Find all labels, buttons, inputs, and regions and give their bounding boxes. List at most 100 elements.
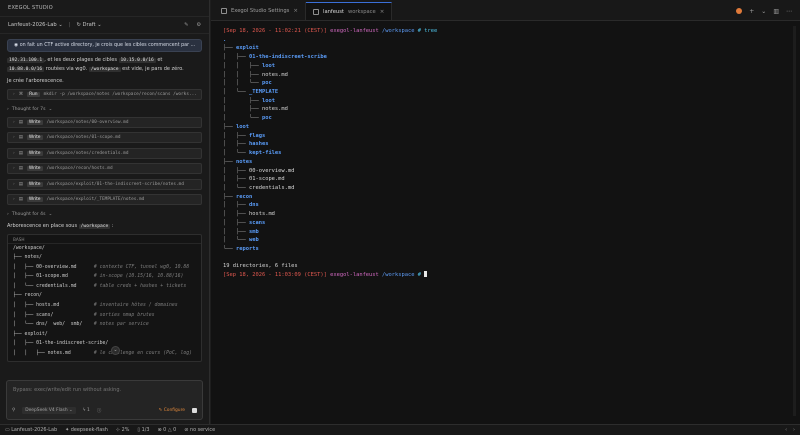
tree-branch: │ ├── (223, 97, 262, 104)
tool-path: /workspace/exploit/01-the-indiscreet-scr… (46, 181, 184, 187)
draft-status[interactable]: ↻ Draft ⌄ (76, 22, 101, 28)
text: , et les deux plages de cibles (44, 57, 119, 63)
tool-path: mkdir -p /workspace/notes /workspace/rec… (43, 92, 197, 97)
text: : (110, 222, 114, 229)
tree-line: └── reports (223, 245, 786, 254)
status-pages[interactable]: ▯ 1/3 (137, 427, 149, 433)
inline-code: 10.15.0.0/16 (118, 58, 156, 63)
configure-button[interactable]: ✎ Configure (159, 408, 185, 413)
tree-entry: loot (261, 97, 275, 104)
chevron-down-icon: ⌄ (48, 107, 53, 112)
lightning-icon: ϟ (82, 408, 86, 413)
tree-line: │ ├── hosts.md (223, 210, 786, 219)
bash-comment: # le challenge en cours (PoC, log) (93, 351, 193, 357)
composer-input[interactable] (13, 387, 193, 393)
tool-verb: Write (26, 135, 43, 140)
close-icon[interactable]: × (380, 9, 385, 15)
close-icon[interactable]: × (293, 8, 298, 14)
tree-branch: ├── (223, 123, 236, 130)
tree-branch: │ │ └── (223, 80, 262, 87)
tree-line: │ └── credentials.md (223, 184, 786, 193)
chevron-down-icon: ⌄ (58, 22, 63, 28)
chevron-down-icon[interactable]: ⌄ (761, 8, 766, 15)
chevron-right-icon: › (13, 92, 15, 97)
status-warnings: 0 (173, 427, 177, 433)
tree-entry: reports (235, 245, 259, 252)
tree-branch: └── (223, 245, 236, 252)
status-service[interactable]: ⊘ no service (184, 427, 215, 433)
exegol-status-icon[interactable] (736, 8, 743, 14)
session-bar: Lanfeust-2026-Lab ⌄ | ↻ Draft ⌄ ✎ ⚙ (0, 17, 209, 34)
tree-entry: notes.md (261, 106, 288, 113)
bash-line: │ ├── hosts.md # inventaire hôtes / doma… (8, 301, 201, 311)
bash-line: │ ├── 01-the-indiscreet-scribe/ (8, 339, 201, 349)
composer: ⚲ DeepSeek V4 Flash ⌄ ϟ 1 ⓘ ✎ Configure (6, 380, 203, 420)
run-tool-call[interactable]: › ⌘ Run mkdir -p /workspace/notes /works… (7, 89, 202, 100)
tab-terminal[interactable]: lanfeust workspace × (306, 2, 393, 20)
assistant-paragraph: Arborescence en place sous /workspace : (7, 222, 202, 231)
thought-label: Thought for 4s (11, 212, 46, 217)
more-icon[interactable]: ⋯ (786, 8, 792, 15)
error-icon: ⊗ (157, 427, 162, 433)
prompt-path: /workspace (382, 28, 415, 34)
bash-line: /workspace/ (8, 244, 201, 254)
service-icon: ⊘ (184, 427, 189, 433)
tree-entry: notes.md (261, 71, 288, 78)
chevron-right-icon: › (13, 181, 15, 187)
tool-path: /workspace/recon/hosts.md (46, 166, 113, 171)
bash-text: ├── recon/ (13, 293, 42, 299)
bash-text: /workspace/ (13, 245, 45, 251)
write-tool-call[interactable]: › ▤ Write/workspace/recon/hosts.md (7, 163, 202, 174)
new-tab-icon[interactable]: + (749, 8, 754, 15)
status-problems[interactable]: ⊗ 0 △ 0 (157, 427, 176, 433)
terminal-scrollbar[interactable] (793, 26, 796, 416)
stop-icon[interactable] (192, 408, 197, 413)
status-chevron-right-icon[interactable]: › (793, 427, 795, 433)
tree-entry: smb (248, 228, 259, 235)
terminal-output[interactable]: [Sep 18, 2026 - 11:02:21 (CEST)] exegol-… (223, 27, 786, 420)
thought-toggle[interactable]: › Thought for 7s ⌄ (7, 105, 202, 115)
tree-branch: │ ├── (223, 228, 249, 235)
split-view-icon[interactable]: ▥ (773, 8, 779, 15)
bash-comment: # in-scope (10.15/16, 10.88/16) (93, 274, 184, 280)
write-tool-call[interactable]: › ▤ Write/workspace/notes/00-overview.md (7, 116, 202, 128)
write-tool-call[interactable]: › ▤ Write/workspace/exploit/_TEMPLATE/note… (7, 194, 202, 205)
terminal-cursor (424, 271, 428, 278)
gear-icon[interactable]: ⚙ (196, 22, 201, 28)
chevron-right-icon: › (13, 119, 15, 125)
tree-branch: │ └── (223, 150, 249, 157)
status-service-label: no service (189, 427, 216, 433)
model-selector[interactable]: DeepSeek V4 Flash ⌄ (22, 407, 76, 414)
tree-line: . (223, 36, 786, 45)
scroll-down-icon[interactable]: ⌄ (111, 345, 120, 355)
tree-line: │ ├── 01-scope.md (223, 175, 786, 184)
file-icon: ▤ (18, 150, 23, 156)
status-context[interactable]: ⊹ 2% (116, 427, 129, 433)
context-counter[interactable]: ϟ 1 (83, 408, 90, 413)
write-tool-call[interactable]: › ▤ Write/workspace/exploit/01-the-indiscr… (7, 178, 202, 190)
bash-text: ├── exploit/ (13, 331, 48, 337)
terminal-prompt-line: [Sep 18, 2026 - 11:03:09 (CEST)] exegol-… (223, 271, 786, 280)
prompt-user: exegol-lanfeust (330, 272, 379, 279)
thought-toggle[interactable]: › Thought for 4s ⌄ (7, 210, 202, 220)
bash-comment: # inventaire hôtes / domaines (93, 303, 178, 309)
bash-line: │ ├── 01-scope.md # in-scope (10.15/16, … (8, 272, 201, 282)
write-tool-call[interactable]: › ▤ Write/workspace/notes/01-scope.md (7, 132, 202, 143)
info-icon[interactable]: ⓘ (97, 408, 101, 414)
session-selector[interactable]: Lanfeust-2026-Lab ⌄ (8, 22, 63, 28)
bash-text: │ ├── 01-the-indiscreet-scribe/ (13, 341, 109, 347)
tree-line: │ ├── smb (223, 228, 786, 237)
tab-label: lanfeust (323, 8, 344, 15)
tab-settings[interactable]: Exegol Studio Settings × (214, 2, 306, 20)
attach-icon[interactable]: ⚲ (12, 408, 15, 413)
thought-label: Thought for 7s (11, 107, 46, 112)
tree-line: │ ├── hashes (223, 140, 786, 149)
compose-icon[interactable]: ✎ (184, 22, 188, 28)
tree-branch: │ └── (223, 237, 249, 244)
status-bar: ▭ Lanfeust-2026-Lab ✦ deepseek-flash ⊹ 2… (0, 424, 800, 435)
status-model[interactable]: ✦ deepseek-flash (65, 427, 108, 433)
write-tool-call[interactable]: › ▤ Write/workspace/notes/credentials.md (7, 147, 202, 159)
tree-branch: │ ├── (223, 132, 249, 139)
status-chevron-left-icon[interactable]: ‹ (785, 427, 787, 433)
status-session[interactable]: ▭ Lanfeust-2026-Lab (5, 427, 57, 433)
